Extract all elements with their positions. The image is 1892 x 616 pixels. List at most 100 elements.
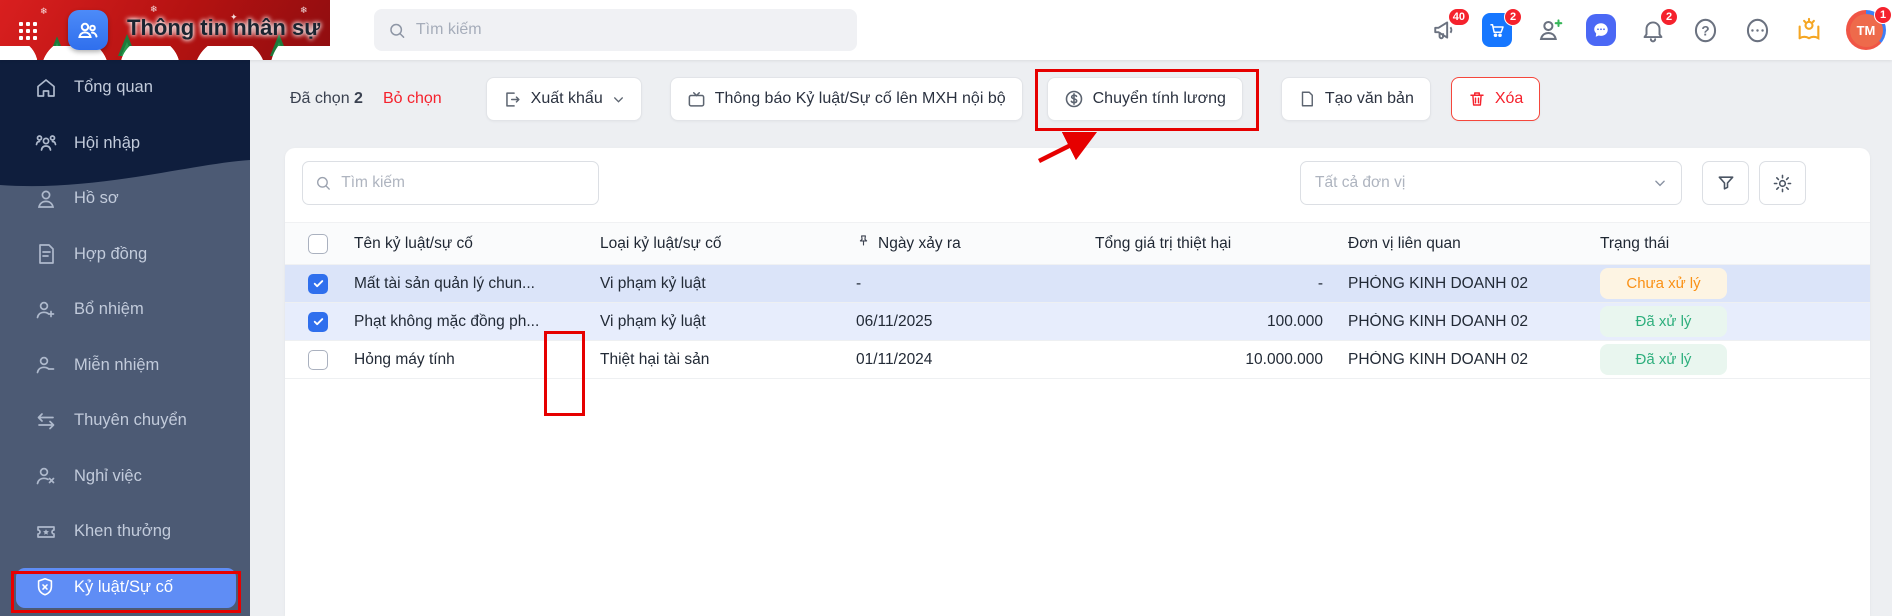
chat-icon[interactable]	[1586, 14, 1616, 46]
home-icon	[34, 76, 58, 100]
column-header-value[interactable]: Tổng giá trị thiệt hại	[1095, 235, 1323, 253]
column-header-unit[interactable]: Đơn vị liên quan	[1323, 235, 1600, 253]
unit-filter-placeholder: Tất cả đơn vị	[1315, 174, 1406, 191]
status-badge: Chưa xử lý	[1600, 268, 1727, 299]
svg-text:?: ?	[1701, 23, 1709, 38]
dollar-circle-icon	[1064, 89, 1084, 109]
table-header: Tên kỷ luật/sự cố Loại kỷ luật/sự cố Ngà…	[285, 222, 1870, 265]
user-avatar[interactable]: TM 1	[1846, 6, 1892, 50]
discipline-list-card: Tất cả đơn vị Tên kỷ luật/sự cố Loại kỷ …	[285, 148, 1870, 616]
person-minus-icon	[34, 353, 58, 377]
status-badge: Đã xử lý	[1600, 344, 1727, 375]
document-icon	[1298, 90, 1316, 108]
column-header-name[interactable]: Tên kỷ luật/sự cố	[354, 235, 600, 253]
transfer-to-payroll-button[interactable]: Chuyển tính lương	[1046, 77, 1243, 121]
cell-name: Phạt không mặc đồng ph...	[354, 312, 540, 330]
delete-button[interactable]: Xóa	[1450, 77, 1541, 121]
sidebar-item-label: Hội nhập	[74, 133, 141, 152]
export-button[interactable]: Xuất khẩu	[485, 77, 642, 121]
chevron-down-icon	[1655, 180, 1665, 187]
column-header-date[interactable]: Ngày xảy ra	[856, 234, 1095, 254]
export-icon	[503, 90, 522, 109]
sidebar-nav: Tổng quan Hội nhập Hồ sơ Hợp đồng Bổ nhi…	[0, 60, 250, 613]
hr-app-logo-icon[interactable]	[68, 10, 108, 50]
row-checkbox[interactable]	[308, 349, 328, 370]
more-options-icon[interactable]	[1742, 15, 1772, 45]
sidebar-item-ho-so[interactable]: Hồ sơ	[0, 171, 250, 227]
search-icon	[317, 176, 330, 190]
cell-type: Vi phạm kỷ luật	[600, 274, 706, 292]
row-checkbox[interactable]	[308, 311, 328, 332]
table-row-2[interactable]: Phạt không mặc đồng ph... Vi phạm kỷ luậ…	[285, 303, 1870, 341]
row-checkbox[interactable]	[308, 273, 328, 294]
snow-decoration	[0, 46, 330, 60]
table-search-input[interactable]	[341, 174, 586, 192]
contract-file-icon	[34, 242, 58, 266]
filter-funnel-icon	[1718, 176, 1733, 190]
sidebar-item-label: Kỷ luật/Sự cố	[74, 578, 174, 596]
chevron-down-icon	[612, 93, 625, 106]
sidebar-item-hop-dong[interactable]: Hợp đồng	[0, 227, 250, 283]
sidebar-item-thuyen-chuyen[interactable]: Thuyên chuyển	[0, 393, 250, 449]
help-icon[interactable]: ?	[1690, 15, 1720, 45]
whats-new-icon[interactable]	[1794, 15, 1824, 45]
select-all-checkbox[interactable]	[308, 233, 328, 254]
table-row-3[interactable]: Hỏng máy tính Thiệt hại tài sản 01/11/20…	[285, 341, 1870, 379]
cell-date: 06/11/2025	[856, 312, 933, 330]
column-header-status[interactable]: Trạng thái	[1600, 235, 1870, 253]
award-ticket-icon	[34, 520, 58, 544]
topbar-actions: 40 2 2 ? TM 1	[1430, 0, 1892, 60]
table-search[interactable]	[302, 161, 599, 205]
sidebar-item-khen-thuong[interactable]: Khen thưởng	[0, 504, 250, 560]
shield-x-icon	[34, 576, 58, 600]
sidebar-item-label: Khen thưởng	[74, 522, 172, 541]
notifications-bell-icon[interactable]: 2	[1638, 8, 1678, 45]
add-user-icon[interactable]	[1534, 15, 1564, 45]
filter-button[interactable]	[1702, 161, 1749, 205]
table-settings-button[interactable]	[1759, 161, 1806, 205]
sidebar-item-label: Nghỉ việc	[74, 466, 142, 485]
transfer-arrows-icon	[34, 409, 58, 433]
clear-selection-button[interactable]: Bỏ chọn	[383, 90, 442, 108]
sidebar-item-label: Miễn nhiệm	[74, 355, 160, 374]
pin-icon[interactable]	[856, 234, 871, 254]
snowflake-icon: ❄	[40, 6, 48, 16]
cell-type: Thiệt hại tài sản	[600, 350, 710, 368]
sidebar-item-nghi-viec[interactable]: Nghỉ việc	[0, 449, 250, 505]
notify-social-button[interactable]: Thông báo Kỷ luật/Sự cố lên MXH nội bộ	[669, 77, 1023, 121]
hr-app-window: ❄ ❄ ✦ ❄ Thông tin nhân sự 40	[0, 0, 1892, 616]
sidebar-item-label: Bổ nhiệm	[74, 300, 144, 319]
sidebar-item-label: Tổng quan	[74, 78, 153, 97]
cell-date: -	[856, 274, 862, 292]
cell-date: 01/11/2024	[856, 350, 933, 368]
global-search-input[interactable]	[415, 21, 843, 39]
sidebar-item-bo-nhiem[interactable]: Bổ nhiệm	[0, 282, 250, 338]
cart-icon[interactable]: 2	[1482, 8, 1522, 47]
announcement-icon[interactable]: 40	[1430, 8, 1470, 45]
cell-name: Mất tài sản quản lý chun...	[354, 274, 535, 292]
broadcast-tv-icon	[687, 90, 706, 109]
cell-name: Hỏng máy tính	[354, 350, 455, 368]
status-badge: Đã xử lý	[1600, 306, 1727, 337]
table-body: Mất tài sản quản lý chun... Vi phạm kỷ l…	[285, 265, 1870, 379]
topbar: ❄ ❄ ✦ ❄ Thông tin nhân sự 40	[0, 0, 1892, 60]
people-group-icon	[34, 131, 58, 155]
sidebar-item-tong-quan[interactable]: Tổng quan	[0, 60, 250, 116]
person-icon	[34, 187, 58, 211]
selected-count-text: Đã chọn 2	[290, 90, 363, 107]
cell-value: -	[1317, 274, 1323, 292]
create-document-button[interactable]: Tạo văn bản	[1280, 77, 1431, 121]
selected-count: 2	[354, 90, 363, 107]
sidebar-item-label: Thuyên chuyển	[74, 411, 187, 430]
sidebar-item-mien-nhiem[interactable]: Miễn nhiệm	[0, 338, 250, 394]
cart-badge: 2	[1504, 8, 1522, 26]
payroll-button-annotation-wrapper: Chuyển tính lương	[1034, 69, 1259, 164]
app-grid-icon[interactable]	[18, 21, 38, 41]
table-row-1[interactable]: Mất tài sản quản lý chun... Vi phạm kỷ l…	[285, 265, 1870, 303]
sidebar-item-ky-luat-su-co[interactable]: Kỷ luật/Sự cố	[16, 567, 236, 608]
sidebar-item-label: Hợp đồng	[74, 244, 148, 263]
unit-filter-select[interactable]: Tất cả đơn vị	[1300, 161, 1682, 205]
global-search[interactable]	[374, 9, 857, 51]
column-header-type[interactable]: Loại kỷ luật/sự cố	[600, 235, 856, 253]
sidebar-item-hoi-nhap[interactable]: Hội nhập	[0, 116, 250, 172]
